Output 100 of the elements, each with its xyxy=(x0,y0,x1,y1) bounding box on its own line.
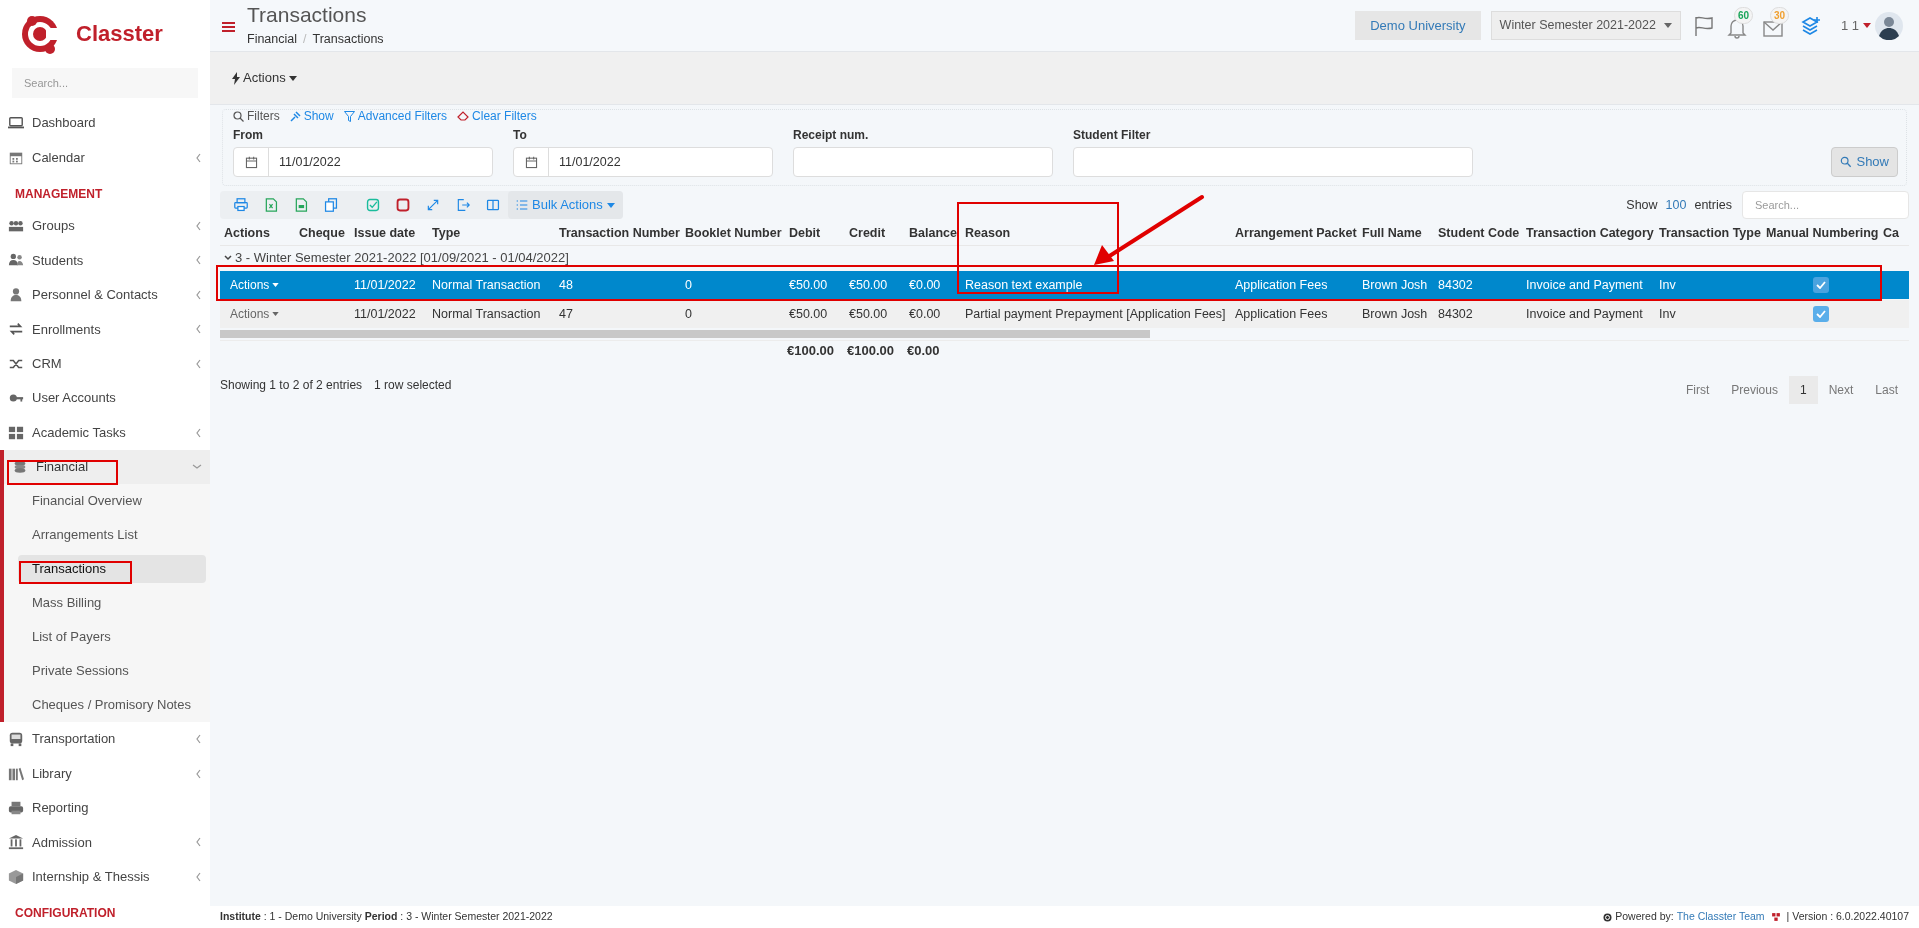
sidebar-item[interactable]: Academic Tasks xyxy=(0,415,210,450)
submenu-item[interactable]: Cheques / Promisory Notes xyxy=(18,690,206,719)
column-header[interactable]: Debit xyxy=(789,226,821,241)
table-row[interactable]: Actions 11/01/2022 Normal Transaction 47 0 €50.00 €50.00 €0.00 Partial payment Prepayment [Application Fees] Application Fees Brown Josh 84302 Invoice and Payment Inv xyxy=(220,300,1909,328)
pagination-link[interactable]: First xyxy=(1674,376,1721,404)
flag-icon[interactable] xyxy=(1692,14,1715,37)
pagination-link[interactable]: 1 xyxy=(1788,376,1818,404)
scrollbar[interactable] xyxy=(220,330,1150,338)
column-header[interactable]: Issue date xyxy=(354,226,416,241)
column-header[interactable]: Credit xyxy=(849,226,886,241)
search-icon xyxy=(1840,156,1853,168)
submenu-item[interactable]: Private Sessions xyxy=(18,656,206,685)
chevron-icon xyxy=(192,463,202,471)
column-header[interactable]: Cheque xyxy=(299,226,345,241)
sidebar-item[interactable]: Students xyxy=(0,243,210,278)
submenu-item[interactable]: List of Payers xyxy=(18,622,206,651)
date-field[interactable]: 11/01/2022 xyxy=(513,147,773,177)
page-length-select[interactable]: 100 xyxy=(1665,195,1687,215)
sidebar-item[interactable]: Reporting xyxy=(0,790,210,826)
table-search-field[interactable]: Search... xyxy=(1742,191,1909,219)
table-cell: Normal Transaction xyxy=(432,277,541,292)
pagination-link[interactable]: Last xyxy=(1864,376,1909,404)
submenu-item[interactable]: Financial Overview xyxy=(18,486,206,515)
actions-menu-button[interactable]: Actions xyxy=(232,68,297,88)
grid-icon xyxy=(8,424,24,441)
column-header[interactable]: Transaction Type xyxy=(1659,226,1761,241)
column-header[interactable]: Balance xyxy=(909,226,957,241)
period-select[interactable]: Winter Semester 2021-2022 xyxy=(1490,11,1681,40)
filter-link[interactable]: Advanced Filters xyxy=(343,107,448,125)
text-field[interactable] xyxy=(1073,147,1473,177)
avatar[interactable] xyxy=(1875,11,1903,40)
caret-icon xyxy=(1863,23,1871,28)
show-button[interactable]: Show xyxy=(1831,147,1898,177)
chevron-icon xyxy=(195,324,202,335)
team-link[interactable]: The Classter Team xyxy=(1676,909,1765,925)
submenu-item[interactable]: Transactions xyxy=(18,554,206,583)
sidebar-item[interactable]: Groups xyxy=(0,208,210,244)
logo-icon xyxy=(1770,912,1781,922)
table-cell: €50.00 xyxy=(789,306,828,321)
breadcrumb-link[interactable]: Financial xyxy=(247,29,298,49)
column-header[interactable]: Transaction Category xyxy=(1526,226,1654,241)
sidebar-item[interactable]: CRM xyxy=(0,346,210,381)
column-header[interactable]: Ca xyxy=(1883,226,1899,241)
page-title: Transactions xyxy=(247,2,368,27)
row-actions-button[interactable]: Actions xyxy=(230,276,280,294)
group-row-label[interactable]: 3 - Winter Semester 2021-2022 [01/09/2021 - 01/04/2022] xyxy=(224,248,569,268)
caret-icon xyxy=(1663,23,1672,28)
sidebar-item[interactable]: Dashboard xyxy=(0,105,210,141)
column-header[interactable]: Student Code xyxy=(1438,226,1520,241)
layers-plus-icon[interactable] xyxy=(1800,15,1821,36)
chevron-icon xyxy=(195,871,202,882)
submenu-item[interactable]: Mass Billing xyxy=(18,588,206,617)
sidebar-item[interactable]: Enrollments xyxy=(0,312,210,347)
user-name[interactable]: 1 1 xyxy=(1840,15,1859,36)
breadcrumb-link[interactable]: Transactions xyxy=(312,29,384,49)
check-icon xyxy=(1815,281,1826,289)
caret-icon xyxy=(272,312,280,316)
date-field[interactable]: 11/01/2022 xyxy=(233,147,493,177)
column-header[interactable]: Booklet Number xyxy=(685,226,782,241)
column-header[interactable]: Reason xyxy=(965,226,1011,241)
sidebar-item[interactable]: Financial xyxy=(4,449,210,484)
column-header[interactable]: Arrangement Packet xyxy=(1235,226,1357,241)
filter-link[interactable]: Clear Filters xyxy=(457,107,537,125)
field-label: To xyxy=(513,127,528,144)
checkbox[interactable] xyxy=(1812,277,1829,293)
total-debit: €100.00 xyxy=(786,341,835,360)
total-balance: €0.00 xyxy=(906,341,941,360)
sidebar-item[interactable]: User Accounts xyxy=(0,380,210,416)
table-cell: 11/01/2022 xyxy=(354,277,416,292)
row-actions-button[interactable]: Actions xyxy=(230,305,280,323)
institution-button[interactable]: Demo University xyxy=(1355,11,1481,40)
sidebar-item[interactable]: Transportation xyxy=(0,721,210,757)
books-icon xyxy=(8,765,24,782)
search-field[interactable]: Search... xyxy=(12,67,198,98)
sidebar-item[interactable]: Calendar xyxy=(0,140,210,175)
table-cell: 0 xyxy=(685,277,692,292)
menu-icon[interactable] xyxy=(222,20,235,33)
submenu-item[interactable]: Arrangements List xyxy=(18,520,206,549)
column-header[interactable]: Actions xyxy=(224,226,270,241)
table-row[interactable]: Actions 11/01/2022 Normal Transaction 48 0 €50.00 €50.00 €0.00 Reason text example Application Fees Brown Josh 84302 Invoice and Payment Inv xyxy=(220,271,1909,299)
text-field[interactable] xyxy=(793,147,1053,177)
sidebar-item[interactable]: Internship & Thessis xyxy=(0,859,210,895)
sidebar-item[interactable]: Personnel & Contacts xyxy=(0,277,210,313)
filter-link[interactable]: Show xyxy=(289,107,334,125)
column-header[interactable]: Transaction Number xyxy=(559,226,680,241)
checkbox[interactable] xyxy=(1812,306,1829,322)
export-icon xyxy=(456,198,470,212)
sidebar-item[interactable]: Admission xyxy=(0,825,210,860)
column-header[interactable]: Full Name xyxy=(1362,226,1422,241)
copyright-icon xyxy=(1603,912,1613,922)
column-header[interactable]: Type xyxy=(432,226,461,241)
pagination-link[interactable]: Previous xyxy=(1720,376,1789,404)
pagination-link[interactable]: Next xyxy=(1817,376,1865,404)
sidebar-item[interactable]: Library xyxy=(0,756,210,791)
chevron-icon xyxy=(195,220,202,231)
chevron-icon xyxy=(195,734,202,745)
caret-icon xyxy=(606,202,615,208)
mail-icon[interactable] xyxy=(1762,20,1783,37)
column-header[interactable]: Manual Numbering xyxy=(1766,226,1879,241)
table-cell: Invoice and Payment xyxy=(1526,277,1643,292)
